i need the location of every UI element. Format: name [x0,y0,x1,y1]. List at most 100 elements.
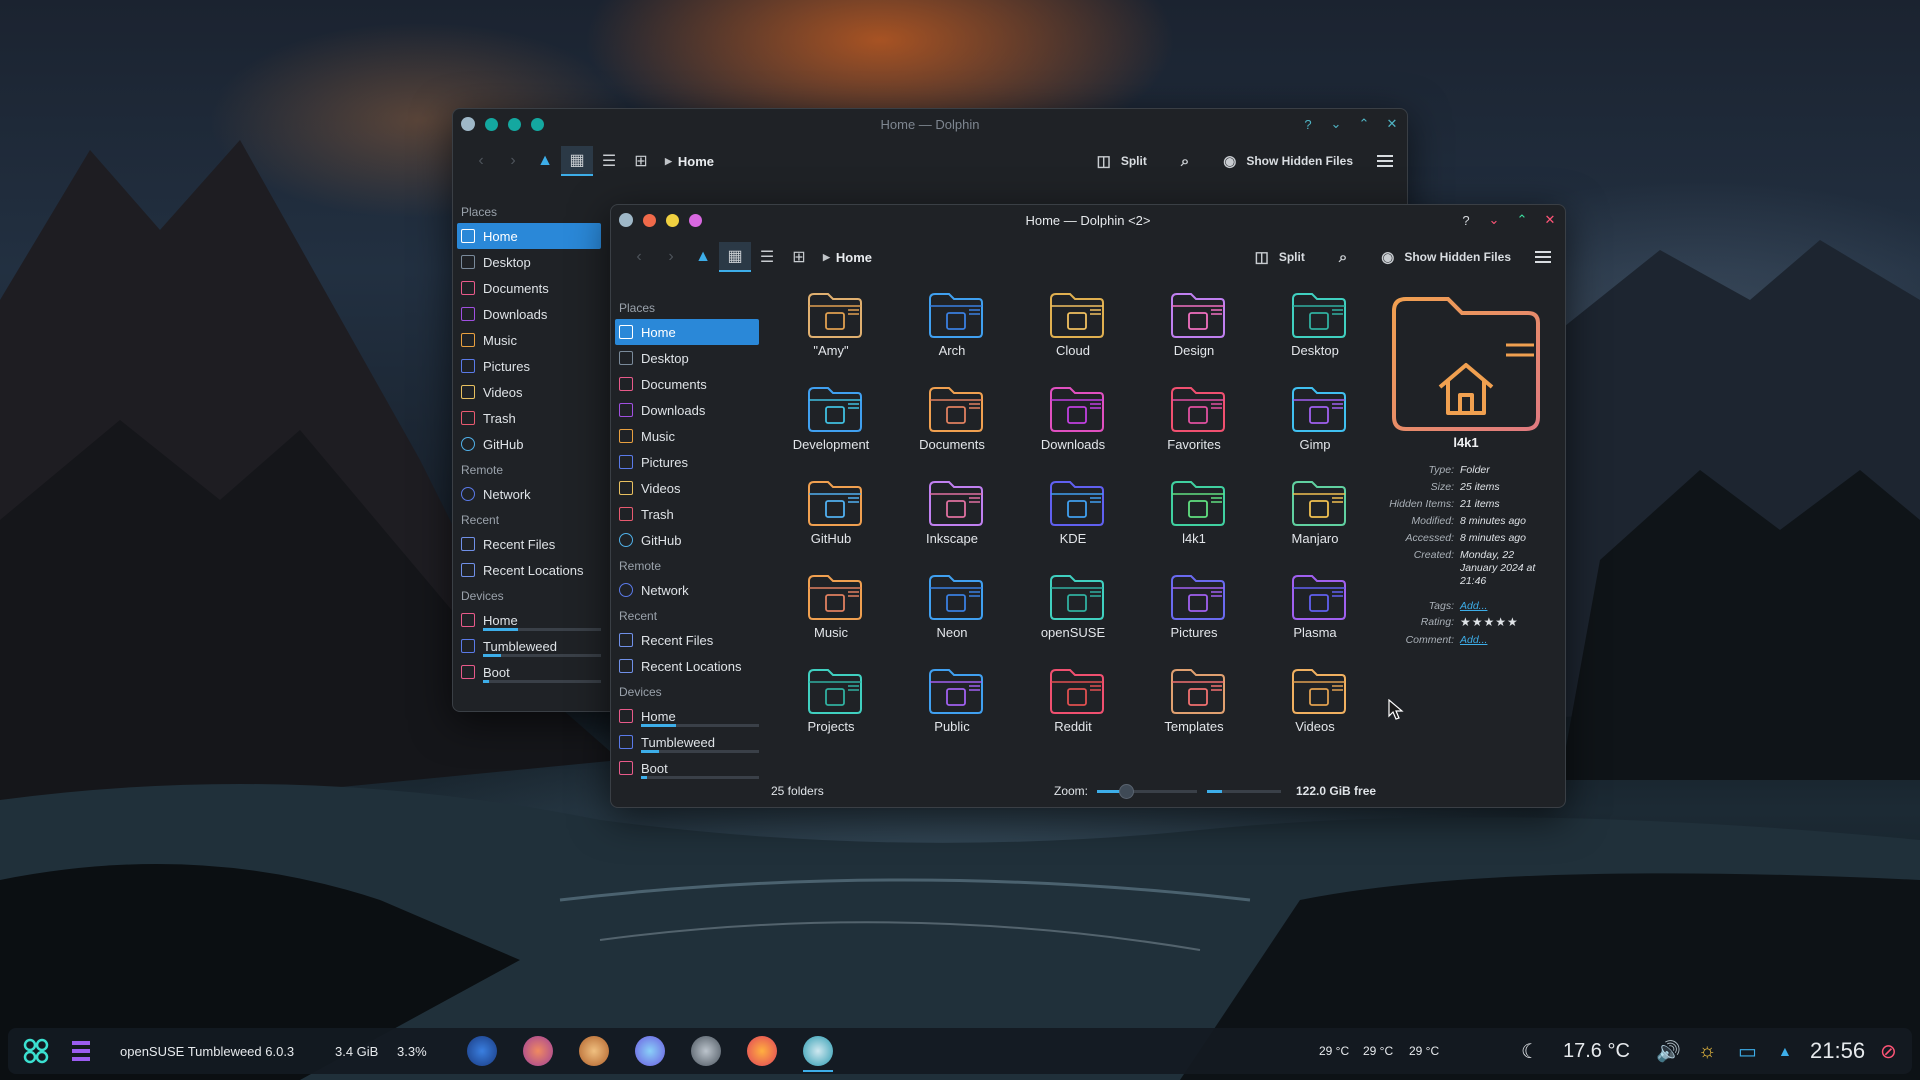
sidebar-item-pictures[interactable]: Pictures [453,353,605,379]
titlebar[interactable]: Home — Dolphin ? ⌄ ⌃ ✕ [453,109,1407,139]
app-icon-4[interactable] [635,1036,665,1066]
firefox-icon[interactable] [747,1036,777,1066]
folder-item[interactable]: Arch [897,289,1007,383]
show-hidden-button[interactable]: Show Hidden Files [1404,250,1511,264]
sidebar-item-github[interactable]: GitHub [453,431,605,457]
add-tags-link[interactable]: Add... [1460,600,1546,613]
close-button[interactable]: ✕ [1543,212,1557,228]
sidebar-item-music[interactable]: Music [453,327,605,353]
sidebar-item-network[interactable]: Network [453,481,605,507]
back-icon[interactable]: ‹ [465,146,497,176]
folder-item[interactable]: Templates [1139,665,1249,759]
folder-item[interactable]: GitHub [776,477,886,571]
weather-moon-icon[interactable]: ☾ [1521,1028,1539,1074]
sidebar-item-desktop[interactable]: Desktop [611,345,763,371]
sidebar-item-downloads[interactable]: Downloads [453,301,605,327]
folder-item[interactable]: "Amy" [776,289,886,383]
folder-item[interactable]: Music [776,571,886,665]
folder-item[interactable]: Neon [897,571,1007,665]
sidebar-item-home[interactable]: Home [457,223,601,249]
sidebar-item-network[interactable]: Network [611,577,763,603]
sidebar-item-device-tumbleweed[interactable]: Tumbleweed [611,729,763,755]
show-hidden-button[interactable]: Show Hidden Files [1246,154,1353,168]
window-button-2[interactable] [508,117,521,131]
updates-icon[interactable]: ☼ [1698,1028,1716,1074]
task-manager-icon[interactable] [70,1028,92,1074]
sidebar-item-downloads[interactable]: Downloads [611,397,763,423]
folder-item[interactable]: Public [897,665,1007,759]
zoom-slider-handle[interactable] [1119,784,1134,799]
window-button-3[interactable] [531,117,544,131]
clock[interactable]: 21:56 [1810,1028,1865,1074]
sidebar-item-recent-files[interactable]: Recent Files [453,531,605,557]
app-icon-5[interactable] [691,1036,721,1066]
folder-item[interactable]: Reddit [1018,665,1128,759]
split-button[interactable]: Split [1279,250,1305,264]
app-icon-2[interactable] [523,1036,553,1066]
details-view-icon[interactable]: ☰ [751,242,783,272]
tree-view-icon[interactable]: ⊞ [783,242,815,272]
folder-item[interactable]: Documents [897,383,1007,477]
power-icon[interactable]: ⊘ [1880,1028,1897,1074]
split-button[interactable]: Split [1121,154,1147,168]
window-button-1[interactable] [485,117,498,131]
icons-view-icon[interactable]: ▦ [719,242,751,272]
dolphin-icon[interactable] [803,1036,833,1066]
sidebar-item-device-boot[interactable]: Boot [453,659,605,685]
sidebar-item-recent-files[interactable]: Recent Files [611,627,763,653]
folder-item[interactable]: Pictures [1139,571,1249,665]
sidebar-item-recent-locations[interactable]: Recent Locations [453,557,605,583]
folder-item[interactable]: Cloud [1018,289,1128,383]
sidebar-item-device-home[interactable]: Home [611,703,763,729]
details-view-icon[interactable]: ☰ [593,146,625,176]
back-icon[interactable]: ‹ [623,242,655,272]
icons-view-icon[interactable]: ▦ [561,146,593,176]
minimize-button[interactable]: ⌄ [1329,116,1343,132]
titlebar[interactable]: Home — Dolphin <2> ? ⌄ ⌃ ✕ [611,205,1565,235]
add-comment-link[interactable]: Add... [1460,634,1546,647]
close-button[interactable]: ✕ [1385,116,1399,132]
maximize-button[interactable]: ⌃ [1357,116,1371,132]
app-icon-1[interactable] [467,1036,497,1066]
folder-item[interactable]: Design [1139,289,1249,383]
weather-temperature[interactable]: 17.6 °C [1563,1028,1630,1074]
forward-icon[interactable]: › [497,146,529,176]
sidebar-item-desktop[interactable]: Desktop [453,249,605,275]
up-icon[interactable]: ▲ [529,146,561,176]
up-icon[interactable]: ▲ [687,242,719,272]
expand-tray-icon[interactable]: ▲ [1778,1028,1792,1074]
sidebar-item-github[interactable]: GitHub [611,527,763,553]
sidebar-item-home[interactable]: Home [615,319,759,345]
sidebar-item-videos[interactable]: Videos [611,475,763,501]
sidebar-item-device-home[interactable]: Home [453,607,605,633]
rating-stars[interactable]: ★★★★★ [1460,616,1546,629]
folder-item[interactable]: Favorites [1139,383,1249,477]
folder-item[interactable]: Projects [776,665,886,759]
window-button-1[interactable] [643,213,656,227]
window-button-3[interactable] [689,213,702,227]
folder-item[interactable]: Manjaro [1260,477,1370,571]
sidebar-item-music[interactable]: Music [611,423,763,449]
folder-item[interactable]: Desktop [1260,289,1370,383]
sidebar-item-device-tumbleweed[interactable]: Tumbleweed [453,633,605,659]
folder-item[interactable]: l4k1 [1139,477,1249,571]
folder-item[interactable]: Inkscape [897,477,1007,571]
zoom-slider[interactable] [1097,784,1197,799]
folder-item[interactable]: Videos [1260,665,1370,759]
hamburger-menu-icon[interactable] [1535,251,1551,263]
sidebar-item-documents[interactable]: Documents [453,275,605,301]
app-icon-3[interactable] [579,1036,609,1066]
folder-item[interactable]: openSUSE [1018,571,1128,665]
hamburger-menu-icon[interactable] [1377,155,1393,167]
sidebar-item-documents[interactable]: Documents [611,371,763,397]
forward-icon[interactable]: › [655,242,687,272]
folder-item[interactable]: Downloads [1018,383,1128,477]
folder-item[interactable]: Gimp [1260,383,1370,477]
network-icon[interactable]: ▭ [1738,1028,1757,1074]
eye-icon[interactable]: ◉ [1223,152,1236,170]
sidebar-item-trash[interactable]: Trash [611,501,763,527]
folder-item[interactable]: Development [776,383,886,477]
breadcrumb[interactable]: ▶ Home [823,250,872,265]
window-button-2[interactable] [666,213,679,227]
volume-icon[interactable]: 🔊 [1656,1028,1681,1074]
